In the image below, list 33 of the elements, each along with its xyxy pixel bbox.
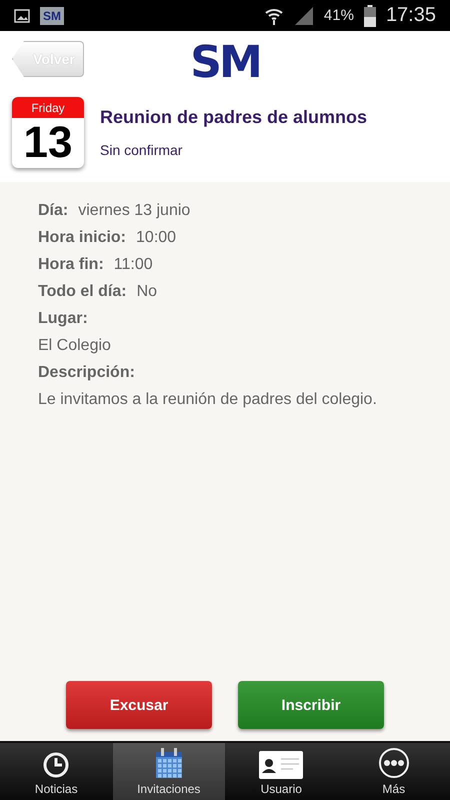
battery-icon [364,4,376,26]
detail-label: Todo el día: [38,283,127,300]
logo: SM [190,39,260,87]
battery-percent: 41% [324,7,354,24]
contact-card-icon [259,751,304,779]
detail-value: El Colegio [38,337,112,355]
picture-icon [14,8,30,22]
attendance-status: Sin confirmar [100,142,184,158]
more-icon [378,747,410,779]
clock-time: 17:35 [386,4,436,27]
weekday: Friday [12,97,84,118]
detail-value: viernes 13 junio [78,202,190,219]
tab[interactable]: Más [338,743,450,800]
signal-icon [294,6,314,26]
detail-label: Lugar: [38,310,89,328]
tab[interactable]: Noticias [0,743,112,800]
tab[interactable]: Invitaciones [112,743,225,800]
register-button[interactable]: Inscribir [238,681,384,729]
detail-label: Hora inicio: [38,229,126,246]
detail-value: 11:00 [114,256,153,273]
detail-value: No [136,283,158,300]
detail-label: Día: [38,202,68,219]
detail-label: Descripción: [38,364,136,382]
calendar-icon [154,747,183,779]
day-number: 13 [22,118,74,168]
event-title: Reunion de padres de alumnos [100,107,368,128]
detail-label: Hora fin: [38,256,104,273]
clock-icon [42,751,70,779]
app-notification-badge: SM [40,6,64,24]
detail-value: Le invitamos a la reunión de padres del colegio. [38,391,378,409]
tab[interactable]: Usuario [225,743,338,800]
excuse-button[interactable]: Excusar [66,681,212,729]
detail-value: 10:00 [136,229,176,246]
